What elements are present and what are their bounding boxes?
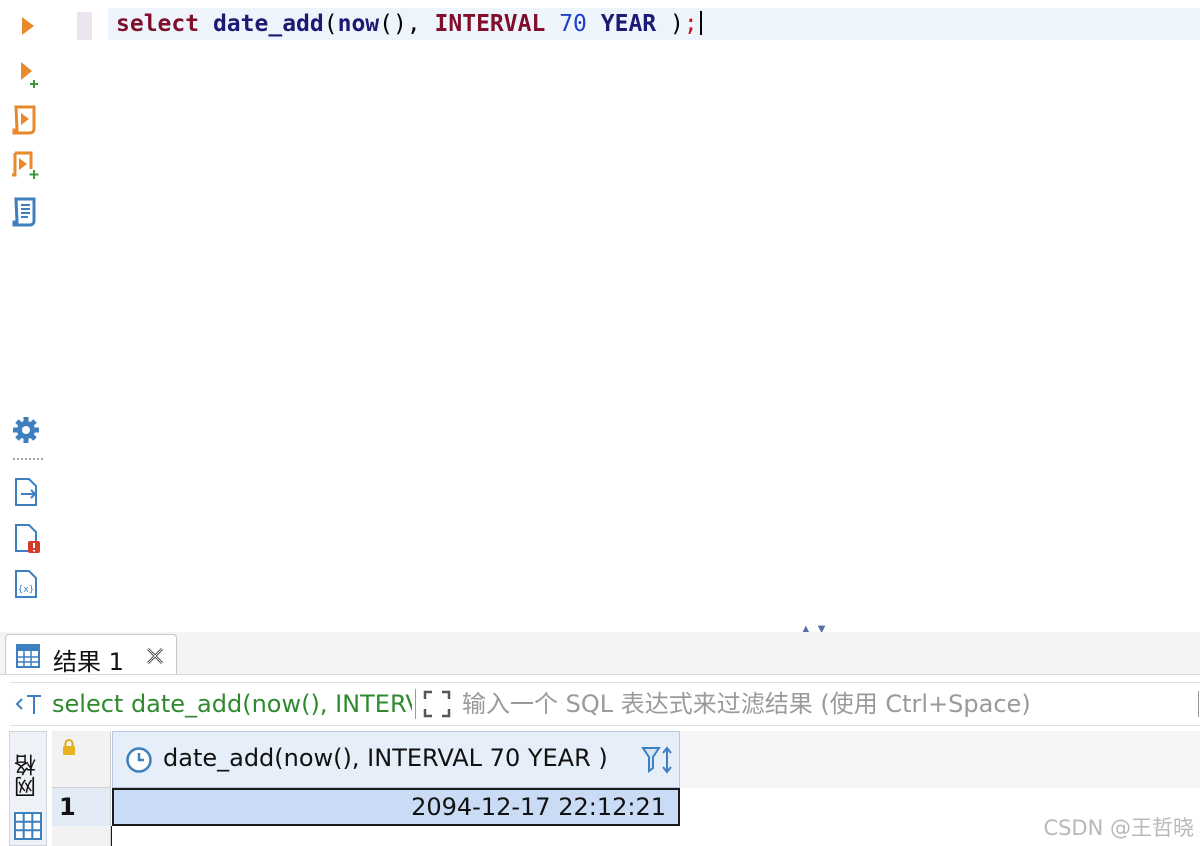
grid-icon	[16, 644, 40, 668]
execute-statement-icon[interactable]	[10, 10, 42, 42]
filter-right-edge	[1198, 691, 1199, 717]
semicolon: ;	[683, 11, 698, 37]
comma: ,	[406, 11, 435, 37]
export-icon[interactable]	[10, 476, 42, 508]
svg-text:{x}: {x}	[18, 585, 35, 595]
keyword-year: YEAR	[600, 11, 657, 37]
current-line[interactable]: select date_add(now(), INTERVAL 70 YEAR …	[108, 8, 1200, 40]
keyword-interval: INTERVAL	[434, 11, 546, 37]
close-icon[interactable]	[144, 645, 166, 667]
grid-view-tab[interactable]: 网格	[9, 731, 47, 846]
toolbar-separator	[13, 458, 43, 460]
row-number-label: 1	[59, 793, 76, 821]
watermark: CSDN @王哲晓	[1043, 816, 1194, 840]
filter-sort-icon[interactable]	[641, 744, 675, 776]
open-paren: (	[323, 11, 338, 37]
execute-script-icon[interactable]	[10, 104, 42, 136]
results-panel: 结果 1 select date_add(now(), INTERVAL 70 …	[0, 632, 1200, 846]
filter-input[interactable]	[462, 688, 1182, 720]
settings-icon[interactable]	[10, 414, 42, 446]
close-paren: )	[656, 11, 684, 37]
function-date-add: date_add	[212, 11, 324, 37]
number-literal: 70	[559, 11, 587, 37]
editor-toolbar: {x}	[0, 0, 50, 632]
executed-query-text: select date_add(now(), INTERVAL 70 YEAR …	[52, 690, 412, 718]
now-parens: ()	[379, 11, 407, 37]
results-tab-strip: 结果 1	[0, 632, 1200, 676]
table-cell[interactable]: 2094-12-17 22:12:21	[112, 788, 680, 826]
grid-line	[111, 826, 112, 846]
row-number-empty	[52, 826, 111, 846]
variables-icon[interactable]: {x}	[10, 568, 42, 600]
row-number[interactable]: 1	[52, 788, 111, 826]
explain-plan-icon[interactable]	[10, 196, 42, 228]
column-header-label: date_add(now(), INTERVAL 70 YEAR )	[163, 744, 608, 772]
text-caret	[699, 11, 702, 35]
sql-editor[interactable]: {x} select date_add(now(), INTERVAL 70 Y…	[0, 0, 1200, 635]
tab-label: 结果 1	[53, 648, 124, 676]
sql-statement[interactable]: select date_add(now(), INTERVAL 70 YEAR …	[116, 10, 702, 38]
tab-result-1[interactable]: 结果 1	[5, 634, 177, 676]
clock-icon	[126, 747, 152, 773]
filter-bar: select date_add(now(), INTERVAL 70 YEAR …	[10, 682, 1200, 726]
error-file-icon[interactable]	[10, 522, 42, 554]
execute-in-new-tab-icon[interactable]	[10, 58, 42, 90]
column-header[interactable]: date_add(now(), INTERVAL 70 YEAR )	[112, 731, 680, 788]
row-number-header	[52, 731, 111, 788]
grid-view-icon	[14, 812, 42, 840]
filter-separator	[415, 689, 416, 719]
lock-icon	[63, 739, 75, 755]
line-marker	[77, 12, 92, 40]
grid-view-label: 网格	[15, 754, 40, 798]
execute-script-new-tab-icon[interactable]	[10, 150, 42, 182]
sql-query-icon	[15, 695, 41, 714]
expand-icon[interactable]	[422, 689, 452, 719]
function-now: now	[337, 11, 380, 37]
header-empty-area	[680, 731, 1200, 789]
keyword-select: select	[116, 11, 200, 37]
cell-value: 2094-12-17 22:12:21	[411, 793, 666, 821]
